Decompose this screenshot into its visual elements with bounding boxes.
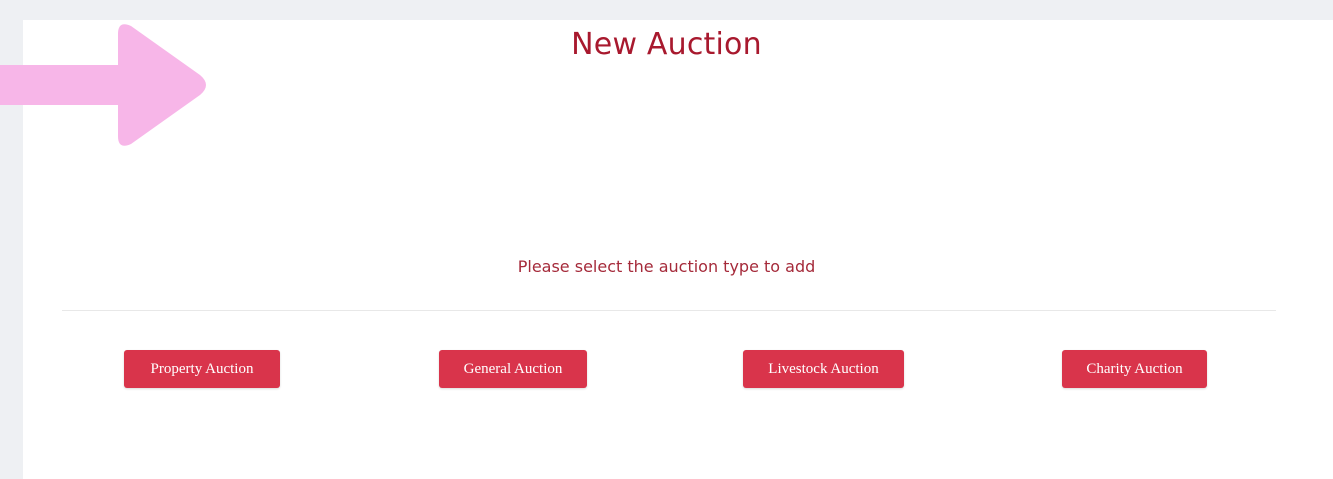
charity-auction-button[interactable]: Charity Auction bbox=[1062, 350, 1207, 388]
property-auction-button[interactable]: Property Auction bbox=[124, 350, 280, 388]
content-panel bbox=[23, 20, 1333, 479]
page-title: New Auction bbox=[571, 27, 762, 62]
auction-type-prompt: Please select the auction type to add bbox=[517, 257, 816, 276]
general-auction-button[interactable]: General Auction bbox=[439, 350, 587, 388]
divider bbox=[62, 310, 1276, 311]
livestock-auction-button[interactable]: Livestock Auction bbox=[743, 350, 904, 388]
